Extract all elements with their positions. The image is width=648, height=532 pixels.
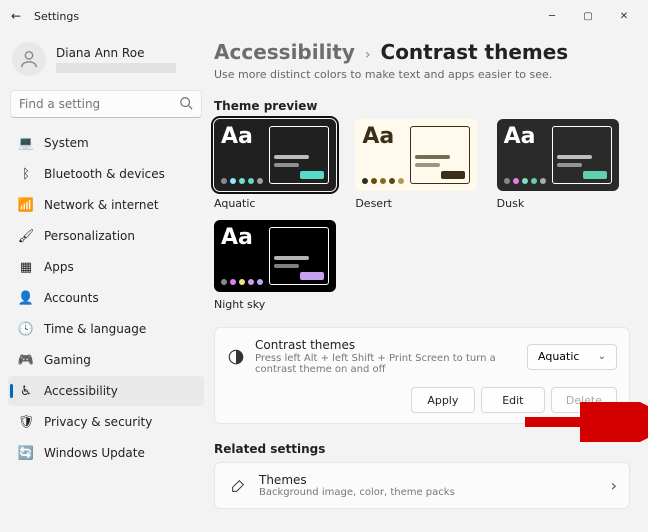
- sidebar-item-label: Bluetooth & devices: [44, 167, 165, 181]
- contrast-themes-card: Contrast themes Press left Alt + left Sh…: [214, 327, 630, 424]
- avatar-icon: [12, 42, 46, 76]
- sidebar-item-gaming[interactable]: 🎮 Gaming: [8, 345, 204, 375]
- sidebar-item-apps[interactable]: ▦ Apps: [8, 252, 204, 282]
- search-icon: [179, 95, 193, 114]
- card-title: Contrast themes: [255, 338, 507, 352]
- sidebar-item-label: Accessibility: [44, 384, 118, 398]
- sidebar-item-update[interactable]: 🔄 Windows Update: [8, 438, 204, 468]
- privacy-icon: 🛡: [18, 414, 34, 430]
- contrast-icon: [227, 346, 245, 368]
- sidebar-item-system[interactable]: 💻 System: [8, 128, 204, 158]
- profile-name: Diana Ann Roe: [56, 46, 176, 60]
- maximize-button[interactable]: ▢: [570, 2, 606, 30]
- page-subtitle: Use more distinct colors to make text an…: [214, 68, 630, 81]
- theme-name-label: Desert: [355, 197, 488, 210]
- system-icon: 💻: [18, 135, 34, 151]
- theme-name-label: Aquatic: [214, 197, 347, 210]
- related-item-title: Themes: [259, 473, 455, 487]
- theme-dropdown[interactable]: Aquatic ⌄: [527, 344, 617, 370]
- related-heading: Related settings: [214, 442, 630, 456]
- profile-block[interactable]: Diana Ann Roe: [8, 36, 204, 86]
- sidebar-item-label: Time & language: [44, 322, 146, 336]
- sidebar-item-label: Windows Update: [44, 446, 145, 460]
- card-subtitle: Press left Alt + left Shift + Print Scre…: [255, 353, 507, 375]
- sidebar-item-accounts[interactable]: 👤 Accounts: [8, 283, 204, 313]
- related-settings: Related settings Themes Background image…: [214, 442, 630, 509]
- related-themes-row[interactable]: Themes Background image, color, theme pa…: [214, 462, 630, 509]
- search-input-wrapper[interactable]: [10, 90, 202, 118]
- update-icon: 🔄: [18, 445, 34, 461]
- dropdown-value: Aquatic: [538, 350, 579, 363]
- sidebar-item-time[interactable]: 🕓 Time & language: [8, 314, 204, 344]
- theme-card-aquatic[interactable]: AaAquatic: [214, 119, 347, 210]
- personalization-icon: 🖌: [18, 228, 34, 244]
- sidebar-item-privacy[interactable]: 🛡 Privacy & security: [8, 407, 204, 437]
- sidebar-item-label: Accounts: [44, 291, 99, 305]
- time-icon: 🕓: [18, 321, 34, 337]
- apply-button[interactable]: Apply: [411, 387, 475, 413]
- theme-name-label: Night sky: [214, 298, 347, 311]
- theme-card-desert[interactable]: AaDesert: [355, 119, 488, 210]
- delete-button: Delete: [551, 387, 617, 413]
- titlebar: ← Settings ─ ▢ ✕: [0, 0, 648, 32]
- sidebar-item-label: Apps: [44, 260, 74, 274]
- theme-card-night-sky[interactable]: AaNight sky: [214, 220, 347, 311]
- close-button[interactable]: ✕: [606, 2, 642, 30]
- theme-preview-grid: AaAquaticAaDesertAaDusk AaNight sky: [214, 119, 630, 311]
- back-button[interactable]: ←: [6, 9, 26, 23]
- network-icon: 📶: [18, 197, 34, 213]
- minimize-button[interactable]: ─: [534, 2, 570, 30]
- chevron-right-icon: ›: [611, 476, 617, 495]
- brush-icon: [227, 475, 249, 497]
- sidebar: Diana Ann Roe 💻 System ᛒ Bluetooth & device…: [0, 32, 210, 532]
- sidebar-item-label: Privacy & security: [44, 415, 152, 429]
- related-item-sub: Background image, color, theme packs: [259, 487, 455, 498]
- breadcrumb: Accessibility › Contrast themes: [214, 40, 630, 64]
- accessibility-icon: ♿: [18, 383, 34, 399]
- theme-preview-label: Theme preview: [214, 99, 630, 113]
- profile-email-redacted: [56, 63, 176, 73]
- edit-button[interactable]: Edit: [481, 387, 545, 413]
- sidebar-item-label: Gaming: [44, 353, 91, 367]
- window-title: Settings: [34, 10, 79, 23]
- accounts-icon: 👤: [18, 290, 34, 306]
- sidebar-item-bluetooth[interactable]: ᛒ Bluetooth & devices: [8, 159, 204, 189]
- page-title: Contrast themes: [381, 40, 569, 64]
- theme-name-label: Dusk: [497, 197, 630, 210]
- sidebar-item-network[interactable]: 📶 Network & internet: [8, 190, 204, 220]
- breadcrumb-parent[interactable]: Accessibility: [214, 40, 355, 64]
- sidebar-item-accessibility[interactable]: ♿ Accessibility: [8, 376, 204, 406]
- sidebar-item-label: Personalization: [44, 229, 135, 243]
- bluetooth-icon: ᛒ: [18, 166, 34, 182]
- sidebar-item-label: System: [44, 136, 89, 150]
- apps-icon: ▦: [18, 259, 34, 275]
- main-panel: Accessibility › Contrast themes Use more…: [210, 32, 648, 532]
- theme-card-dusk[interactable]: AaDusk: [497, 119, 630, 210]
- gaming-icon: 🎮: [18, 352, 34, 368]
- sidebar-item-personalization[interactable]: 🖌 Personalization: [8, 221, 204, 251]
- chevron-right-icon: ›: [365, 47, 371, 63]
- search-input[interactable]: [19, 97, 179, 111]
- sidebar-item-label: Network & internet: [44, 198, 159, 212]
- chevron-down-icon: ⌄: [598, 351, 606, 362]
- nav-list: 💻 System ᛒ Bluetooth & devices 📶 Network & in…: [8, 128, 204, 468]
